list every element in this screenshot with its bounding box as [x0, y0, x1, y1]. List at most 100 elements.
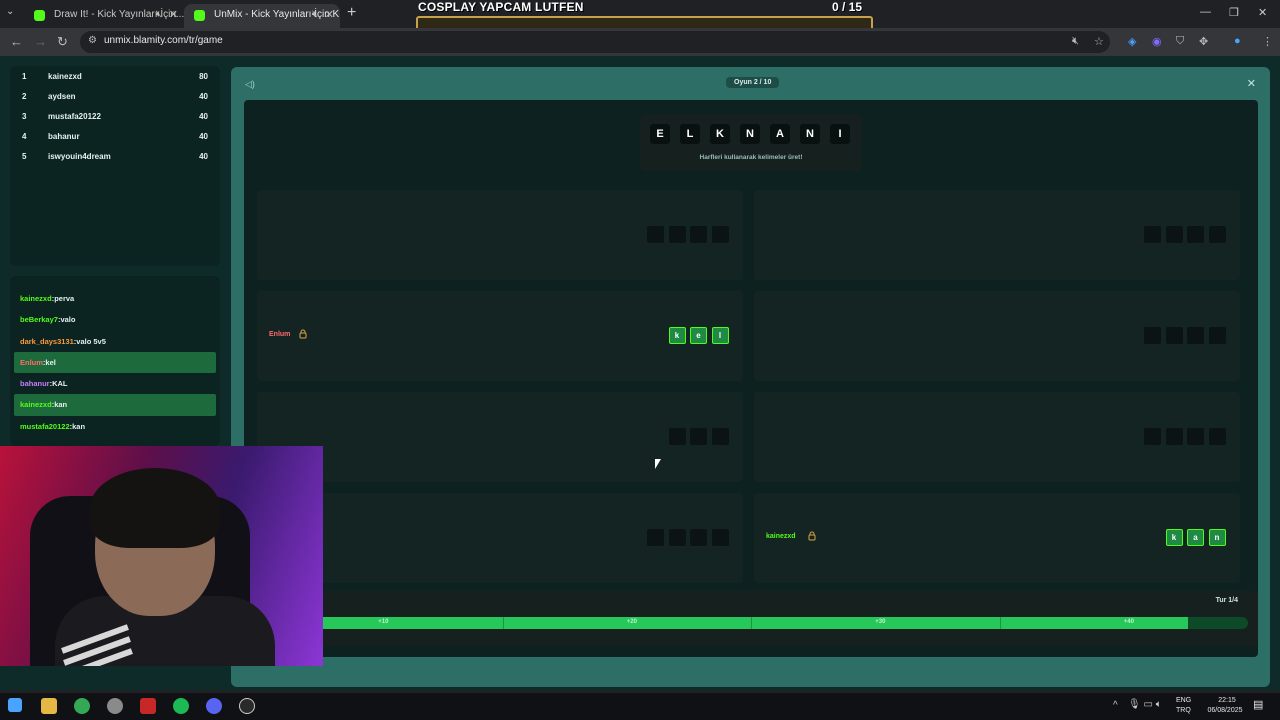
extension-icon[interactable]: ◈ [1128, 35, 1136, 48]
extension-eye-icon[interactable]: ◉ [1152, 35, 1162, 48]
chat-text: valo 5v5 [76, 336, 106, 346]
chat-username[interactable]: bahanur [20, 379, 50, 388]
restore-icon[interactable]: ❐ [1229, 6, 1239, 19]
close-window-icon[interactable]: ✕ [1258, 6, 1267, 19]
leaderboard-row: 4 bahanur 40 [10, 126, 220, 146]
chat-message: Enlum:kel [14, 351, 216, 374]
game-panel: ◁) Oyun 2 / 10 ✕ Harfleri kullanarak kel… [231, 67, 1270, 687]
streamer-hair [90, 468, 220, 548]
chat-text: kel [45, 357, 56, 367]
minimize-icon[interactable]: — [1200, 6, 1211, 18]
empty-letter-slot [668, 529, 686, 546]
mute-tab-icon[interactable]: 🔇︎ [312, 4, 318, 26]
spotify-icon[interactable] [173, 698, 189, 714]
close-tab-icon[interactable]: ✕ [169, 4, 178, 26]
reload-icon[interactable]: ↻ [57, 34, 68, 50]
game-board: Harfleri kullanarak kelimeler üret! ELKN… [244, 100, 1258, 657]
letter-tile: E [650, 124, 670, 144]
rank: 1 [22, 72, 27, 81]
progress-fill [254, 617, 1189, 629]
steam-icon[interactable] [107, 698, 123, 714]
rank: 2 [22, 92, 27, 101]
back-icon[interactable]: ← [10, 34, 23, 49]
muted-site-icon[interactable]: 🔇︎ [1072, 35, 1079, 48]
clock-time[interactable]: 22:15 [1210, 697, 1244, 704]
progress-track: +10 +20 +30 +40 [254, 617, 1248, 629]
close-icon[interactable]: ✕ [1247, 77, 1256, 90]
chat-panel: kainezxd:perva beBerkay7:valo dark_days313… [10, 276, 220, 446]
empty-letter-slot [1187, 327, 1204, 344]
word-letter: a [1187, 529, 1204, 546]
kick-favicon-icon [34, 10, 45, 21]
file-explorer-icon[interactable] [41, 698, 57, 714]
score: 40 [199, 92, 208, 101]
empty-letter-slot [1144, 428, 1161, 445]
progress-reward-label: +30 [875, 619, 886, 625]
discord-icon[interactable] [206, 698, 222, 714]
player-name: aydsen [48, 92, 76, 101]
empty-letter-slot [647, 226, 664, 243]
mute-tab-icon[interactable]: 🔇︎ [156, 4, 162, 26]
score: 40 [199, 132, 208, 141]
chat-username[interactable]: dark_days3131 [20, 337, 74, 346]
empty-letter-slot [711, 226, 729, 243]
tab-title: UnMix - Kick Yayınları İçin K... [214, 9, 340, 20]
notification-icon[interactable]: ▤ [1253, 698, 1263, 711]
region-indicator[interactable]: TRQ [1176, 707, 1191, 714]
obs-icon[interactable] [239, 698, 255, 714]
profile-avatar-icon[interactable]: ● [1234, 35, 1241, 47]
tab-draw-it[interactable]: Draw It! - Kick Yayınları İçin... 🔇︎ ✕ [24, 4, 184, 28]
kick-favicon-icon [194, 10, 205, 21]
letter-tile: N [740, 124, 760, 144]
rank: 3 [22, 112, 27, 121]
shield-icon[interactable]: ⛉ [1176, 35, 1184, 48]
word-card: kainezxd k a n [754, 493, 1240, 583]
windows-taskbar: ^ 🎙︎ ▭ 🔈︎ ENG TRQ 22:15 06/08/2025 ▤ [0, 693, 1280, 720]
hint-text: Harfleri kullanarak kelimeler üret! [699, 154, 803, 161]
chat-username[interactable]: kainezxd [20, 294, 52, 303]
chat-username[interactable]: Enlum [20, 358, 43, 367]
chat-username[interactable]: kainezxd [20, 400, 52, 409]
chat-text: kan [72, 421, 86, 431]
app-icon[interactable] [140, 698, 156, 714]
letter-pool: Harfleri kullanarak kelimeler üret! ELKN… [640, 114, 862, 171]
clock-date[interactable]: 06/08/2025 [1200, 707, 1250, 714]
site-info-icon[interactable]: ⚙ [88, 35, 97, 46]
word-letter: n [1208, 529, 1226, 546]
tab-unmix[interactable]: UnMix - Kick Yayınları İçin K... 🔇︎ ✕ [184, 4, 340, 28]
progress-reward-label: +10 [378, 619, 389, 625]
extensions-puzzle-icon[interactable]: ✥ [1199, 35, 1208, 48]
empty-letter-slot [1165, 226, 1183, 243]
word-card [257, 190, 743, 280]
progress-separator [751, 617, 752, 629]
chat-message: beBerkay7:valo [14, 309, 216, 330]
chat-username[interactable]: mustafa20122 [20, 422, 70, 431]
bookmark-star-icon[interactable]: ☆ [1094, 35, 1104, 48]
chat-message: mustafa20122:kan [14, 416, 216, 437]
tray-chevron-icon[interactable]: ^ [1113, 700, 1118, 711]
empty-letter-slot [1187, 226, 1204, 243]
tab-search-icon[interactable]: ⌄ [6, 6, 14, 17]
new-tab-button[interactable]: + [347, 4, 356, 22]
chrome-icon[interactable] [74, 698, 90, 714]
start-icon[interactable] [8, 698, 22, 712]
progress-separator [502, 617, 504, 629]
address-bar[interactable]: ⚙ unmix.blamity.com/tr/game [80, 31, 1110, 53]
chat-message: kainezxd:perva [14, 288, 216, 309]
language-indicator[interactable]: ENG [1176, 697, 1191, 704]
chat-username[interactable]: beBerkay7 [20, 315, 58, 324]
word-letter: l [711, 327, 729, 344]
empty-letter-slot [1208, 226, 1226, 243]
tray-icons[interactable]: 🎙︎ ▭ 🔈︎ [1128, 699, 1162, 710]
turn-progress: Tur 1/4 +10 +20 +30 +40 [244, 591, 1258, 646]
empty-letter-slot [668, 428, 686, 445]
word-owner: Enlum [269, 331, 291, 338]
menu-kebab-icon[interactable]: ⋮ [1262, 35, 1273, 48]
close-tab-icon[interactable]: ✕ [325, 4, 334, 26]
player-name: bahanur [48, 132, 80, 141]
word-card [754, 291, 1240, 381]
chat-text: KAL [52, 379, 68, 389]
forward-icon[interactable]: → [34, 34, 47, 49]
round-badge: Oyun 2 / 10 [726, 77, 780, 88]
sound-icon[interactable]: ◁) [245, 79, 255, 90]
